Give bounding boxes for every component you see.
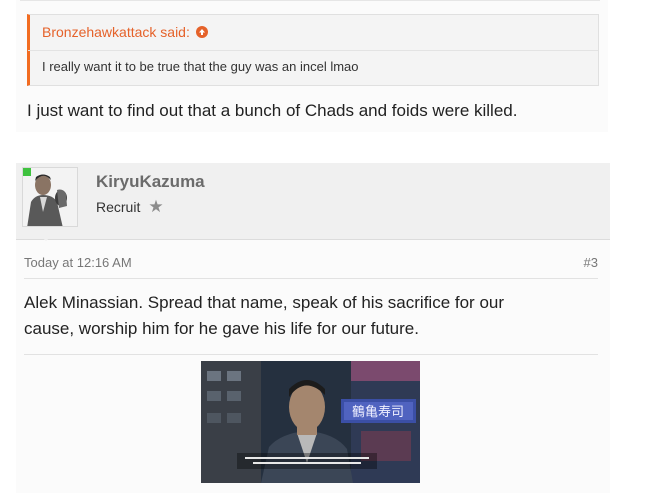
arrow-up-icon[interactable] [195,26,208,38]
avatar-pointer [38,234,54,241]
quote-text: I really want it to be true that the guy… [42,59,359,74]
user-rank: Recruit ★ [96,197,164,216]
divider [24,278,598,279]
post-body-line: Alek Minassian. Spread that name, speak … [24,293,505,312]
post-body-line: cause, worship him for he gave his life … [24,319,419,338]
online-badge [23,168,31,176]
avatar[interactable] [22,167,78,227]
star-icon: ★ [148,197,164,216]
quote-attribution[interactable]: Bronzehawkattack said: [42,24,208,40]
post-permalink[interactable]: #3 [584,255,598,270]
divider [20,0,600,1]
svg-text:鶴亀寿司: 鶴亀寿司 [352,404,404,420]
username[interactable]: KiryuKazuma [96,172,205,192]
user-title: Recruit [96,199,141,215]
attached-image[interactable]: 鶴亀寿司 [201,361,420,483]
quote-author-label[interactable]: Bronzehawkattack said: [42,24,190,40]
divider [24,354,598,355]
previous-post-body: I just want to find out that a bunch of … [27,101,518,120]
quote-divider [28,50,598,51]
post-body: Alek Minassian. Spread that name, speak … [24,290,594,342]
post-timestamp[interactable]: Today at 12:16 AM [24,255,132,270]
